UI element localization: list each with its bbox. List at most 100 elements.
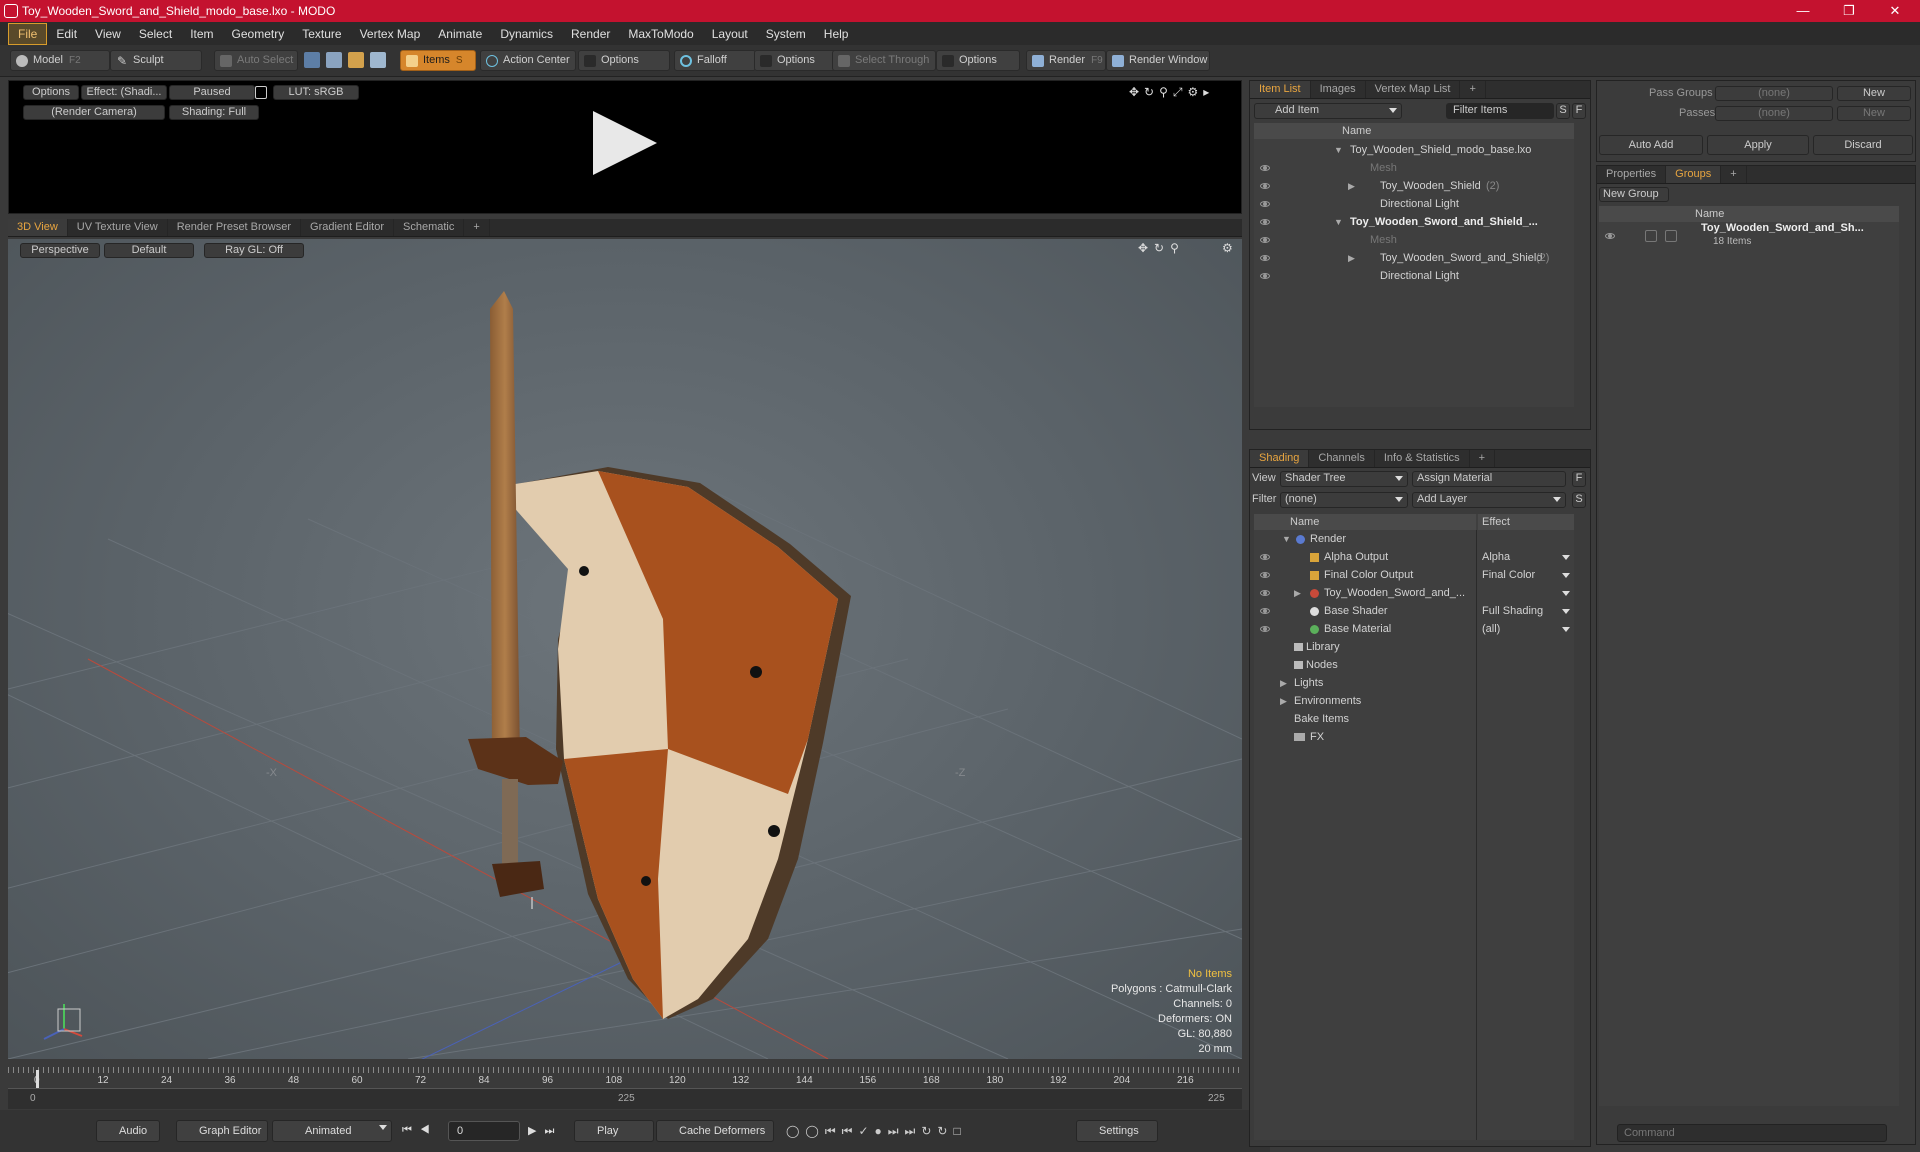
expand-icon[interactable]: ▶ (1348, 177, 1355, 195)
frame-input[interactable]: 0 (448, 1121, 520, 1141)
restore-icon[interactable]: ❐ (1826, 0, 1872, 22)
add-item-dropdown[interactable]: Add Item (1254, 103, 1402, 119)
eye-icon[interactable] (1260, 273, 1270, 279)
auto-select-button[interactable]: Auto Select (214, 50, 298, 71)
shader-row-render[interactable]: ▼ Render (1254, 530, 1574, 548)
menu-layout[interactable]: Layout (703, 24, 757, 44)
falloff-button[interactable]: Falloff (674, 50, 756, 71)
action-center-button[interactable]: Action Center (480, 50, 576, 71)
eye-icon[interactable] (1260, 183, 1270, 189)
eye-icon[interactable] (1260, 237, 1270, 243)
menu-edit[interactable]: Edit (47, 24, 86, 44)
preview-options-button[interactable]: Options (23, 85, 79, 100)
menu-help[interactable]: Help (815, 24, 858, 44)
add-tab-button-shading[interactable]: + (1470, 450, 1496, 467)
settings-button[interactable]: Settings (1076, 1120, 1158, 1142)
passes-dropdown[interactable]: (none) (1715, 106, 1833, 121)
select-through-options-button[interactable]: Options (936, 50, 1020, 71)
menu-geometry[interactable]: Geometry (223, 24, 294, 44)
eye-icon[interactable] (1260, 165, 1270, 171)
eye-icon[interactable] (1260, 255, 1270, 261)
preview-paused-button[interactable]: Paused (169, 85, 255, 100)
tab-vertex-map-list[interactable]: Vertex Map List (1366, 81, 1461, 98)
render-toggle[interactable] (1645, 230, 1657, 242)
assign-material-button[interactable]: Assign Material (1412, 471, 1566, 487)
model-button[interactable]: Model F2 (10, 50, 110, 71)
lock-toggle[interactable] (1665, 230, 1677, 242)
items-mode-button[interactable]: Items S (400, 50, 476, 71)
filter-f-button[interactable]: F (1572, 103, 1586, 119)
tree-row[interactable]: ▶ Toy_Wooden_Sword_and_Shield (2) (1254, 249, 1574, 267)
play-button[interactable]: Play (574, 1120, 654, 1142)
preview-lut-dropdown[interactable]: LUT: sRGB (273, 85, 359, 100)
minimize-icon[interactable]: — (1780, 0, 1826, 22)
shader-row-final-color[interactable]: Final Color Output Final Color (1254, 566, 1574, 584)
menu-select[interactable]: Select (130, 24, 181, 44)
tree-row[interactable]: ▼ Toy_Wooden_Shield_modo_base.lxo (1254, 141, 1574, 159)
tree-row[interactable]: Mesh (1254, 159, 1574, 177)
auto-add-button[interactable]: Auto Add (1599, 135, 1703, 155)
eye-icon[interactable] (1260, 219, 1270, 225)
new-pass-button[interactable]: New (1837, 106, 1911, 121)
add-tab-button-items[interactable]: + (1460, 81, 1486, 98)
chevron-down-icon[interactable] (1562, 627, 1570, 632)
preview-effect-dropdown[interactable]: Effect: (Shadi... (81, 85, 167, 100)
new-group-button[interactable]: New Group (1599, 187, 1669, 202)
render-window-button[interactable]: Render Window (1106, 50, 1210, 71)
audio-button[interactable]: Audio (96, 1120, 160, 1142)
shader-row-material-group[interactable]: ▶ Toy_Wooden_Sword_and_... (1254, 584, 1574, 602)
eye-icon[interactable] (1260, 554, 1270, 560)
menu-view[interactable]: View (86, 24, 130, 44)
shader-row-base-material[interactable]: Base Material (all) (1254, 620, 1574, 638)
eye-icon[interactable] (1260, 590, 1270, 596)
menu-system[interactable]: System (757, 24, 815, 44)
raygl-dropdown[interactable]: Ray GL: Off (204, 243, 304, 258)
play-icon[interactable] (593, 111, 657, 175)
filter-s-button[interactable]: S (1556, 103, 1570, 119)
3d-viewport[interactable]: Perspective Default Ray GL: Off ✥↻⚲ ⚙ -X… (8, 239, 1242, 1059)
shader-row-lights[interactable]: ▶ Lights (1254, 674, 1574, 692)
pass-groups-dropdown[interactable]: (none) (1715, 86, 1833, 101)
tab-gradient-editor[interactable]: Gradient Editor (301, 219, 394, 236)
eye-icon[interactable] (1260, 201, 1270, 207)
render-button[interactable]: Render F9 (1026, 50, 1106, 71)
shader-row-bake-items[interactable]: Bake Items (1254, 710, 1574, 728)
tab-uv-texture-view[interactable]: UV Texture View (68, 219, 168, 236)
shader-row-fx[interactable]: FX (1254, 728, 1574, 746)
transport-next-icons[interactable]: ▶⏭ (528, 1124, 562, 1138)
discard-button[interactable]: Discard (1813, 135, 1913, 155)
collapse-icon[interactable]: ▼ (1334, 141, 1343, 159)
tab-3d-view[interactable]: 3D View (8, 219, 68, 236)
viewport-settings-icon[interactable]: ⚙ (1222, 241, 1233, 255)
menu-animate[interactable]: Animate (429, 24, 491, 44)
preview-nav-icons[interactable]: ✥↻⚲⤢⚙▸ (1129, 85, 1214, 100)
menu-texture[interactable]: Texture (293, 24, 350, 44)
tab-groups[interactable]: Groups (1666, 166, 1722, 183)
graph-editor-button[interactable]: Graph Editor (176, 1120, 268, 1142)
expand-icon[interactable]: ▶ (1348, 249, 1355, 267)
shader-row-base-shader[interactable]: Base Shader Full Shading (1254, 602, 1574, 620)
viewport-nav-icons[interactable]: ✥↻⚲ (1138, 241, 1185, 255)
tab-render-preset-browser[interactable]: Render Preset Browser (168, 219, 302, 236)
timeline-ruler[interactable]: 0122436486072849610812013214415616818019… (8, 1067, 1242, 1089)
cache-deformers-button[interactable]: Cache Deformers (656, 1120, 774, 1142)
tree-row[interactable]: Directional Light (1254, 195, 1574, 213)
timeline[interactable]: 0 12 24 36 48 60 72 84 96 108 120 132 144 156 168 180 19… (8, 1067, 1242, 1109)
tab-schematic[interactable]: Schematic (394, 219, 465, 236)
preview-shading-dropdown[interactable]: Shading: Full (169, 105, 259, 120)
preview-camera-dropdown[interactable]: (Render Camera) (23, 105, 165, 120)
add-tab-button[interactable]: + (464, 219, 490, 236)
filter-items-input[interactable]: Filter Items (1446, 103, 1554, 119)
playhead[interactable] (36, 1070, 39, 1088)
edges-mode-icon[interactable] (326, 52, 342, 68)
chevron-down-icon[interactable] (1562, 573, 1570, 578)
menu-item[interactable]: Item (181, 24, 222, 44)
group-name[interactable]: Toy_Wooden_Sword_and_Sh... (1701, 222, 1864, 234)
animated-dropdown[interactable]: Animated (272, 1120, 392, 1142)
menu-dynamics[interactable]: Dynamics (491, 24, 562, 44)
add-tab-button-groups[interactable]: + (1721, 166, 1747, 183)
key-tool-icons[interactable]: ◯◯⏮⏮✓●⏭⏭↻↻□ (786, 1124, 967, 1139)
menu-file[interactable]: File (8, 22, 48, 45)
filter-dropdown[interactable]: (none) (1280, 492, 1408, 508)
tab-properties[interactable]: Properties (1597, 166, 1667, 183)
